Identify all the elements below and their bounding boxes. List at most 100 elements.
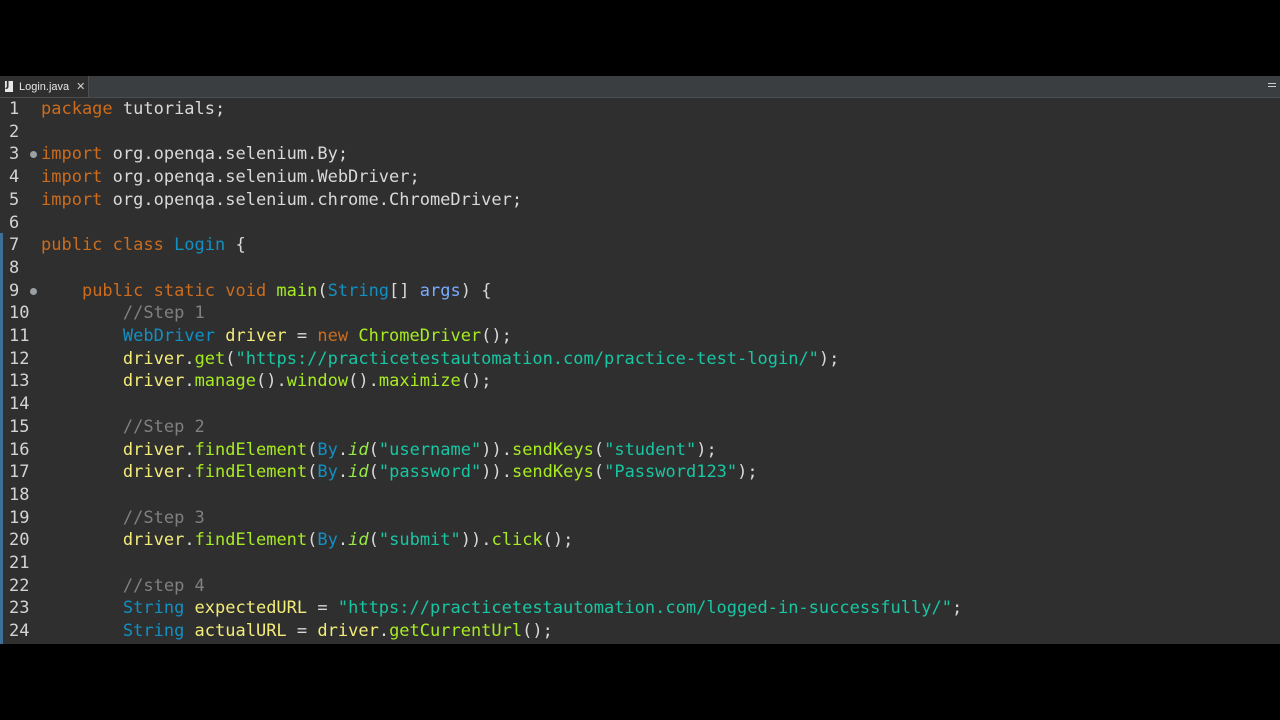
code-token: ();	[522, 621, 553, 642]
code-line[interactable]: 22 //step 4	[0, 575, 1280, 598]
code-token: get	[194, 348, 226, 369]
code-text: public class Login {	[41, 234, 246, 257]
code-token: ();	[481, 326, 512, 346]
code-token: .	[184, 439, 195, 460]
code-token: sendKeys	[511, 462, 594, 483]
code-token: "student"	[604, 439, 697, 460]
code-token: maximize	[378, 371, 461, 392]
code-line[interactable]: 19 //Step 3	[0, 507, 1280, 530]
line-number: 5	[9, 189, 20, 210]
code-line[interactable]: 13 driver.manage().window().maximize();	[0, 370, 1280, 393]
code-line[interactable]: 6	[0, 212, 1280, 235]
code-line[interactable]: 14	[0, 393, 1280, 416]
code-token: findElement	[194, 462, 308, 483]
code-line[interactable]: 24 String actualURL = driver.getCurrentU…	[0, 620, 1280, 643]
code-token: "password"	[378, 462, 482, 483]
code-token: driver	[122, 348, 185, 369]
code-token: ().	[348, 371, 379, 392]
code-token: Login	[174, 235, 226, 256]
minimize-icon[interactable]	[1268, 83, 1276, 87]
code-token: .	[337, 530, 349, 551]
code-line[interactable]: 16 driver.findElement(By.id("username"))…	[0, 439, 1280, 462]
code-line[interactable]: 7 public class Login {	[0, 234, 1280, 257]
code-token: ;	[951, 598, 963, 619]
code-token: (	[368, 530, 379, 551]
code-token: {	[225, 235, 246, 256]
code-token: tutorials;	[112, 99, 226, 119]
code-line[interactable]: 3 import org.openqa.selenium.By;	[0, 143, 1280, 166]
line-number: 17	[9, 462, 30, 483]
line-number: 23	[9, 598, 30, 619]
code-token: (	[593, 439, 605, 460]
java-file-icon	[5, 80, 13, 92]
code-token: (	[317, 280, 328, 301]
code-line[interactable]: 12 driver.get("https://practicetestautom…	[0, 348, 1280, 371]
code-token: "Password123"	[604, 462, 738, 483]
code-line[interactable]: 10 //Step 1	[0, 302, 1280, 325]
code-text: import org.openqa.selenium.chrome.Chrome…	[41, 189, 522, 212]
close-icon[interactable]: ✕	[76, 80, 85, 93]
code-text: public static void main(String[] args) {	[41, 280, 491, 303]
code-token: import	[41, 189, 103, 210]
tab-login-java[interactable]: Login.java ✕	[0, 76, 89, 97]
code-token: );	[696, 439, 717, 460]
code-line[interactable]: 8	[0, 257, 1280, 280]
code-text: String actualURL = driver.getCurrentUrl(…	[41, 620, 553, 643]
code-token: driver	[122, 462, 185, 483]
code-token: (	[225, 348, 236, 369]
fold-toggle-icon[interactable]	[30, 151, 37, 159]
code-line[interactable]: 1 package tutorials;	[0, 98, 1280, 121]
line-number: 7	[9, 235, 20, 256]
code-text: import org.openqa.selenium.WebDriver;	[41, 166, 420, 189]
code-token: By	[317, 462, 338, 483]
code-line[interactable]: 20 driver.findElement(By.id("submit")).c…	[0, 529, 1280, 552]
code-line[interactable]: 18	[0, 484, 1280, 507]
code-token: WebDriver	[122, 326, 226, 346]
code-line[interactable]: 21	[0, 552, 1280, 575]
line-number: 13	[9, 371, 30, 392]
code-token: );	[737, 462, 758, 483]
code-line[interactable]: 2	[0, 121, 1280, 144]
code-token: (	[307, 530, 318, 551]
code-token: //Step 1	[122, 303, 205, 324]
code-token: )).	[481, 462, 512, 483]
code-line[interactable]: 4 import org.openqa.selenium.WebDriver;	[0, 166, 1280, 189]
code-token: //step 4	[122, 575, 205, 596]
code-line[interactable]: 11 WebDriver driver = new ChromeDriver()…	[0, 325, 1280, 348]
code-line[interactable]: 5 import org.openqa.selenium.chrome.Chrom…	[0, 189, 1280, 212]
code-token: (	[593, 462, 605, 483]
line-number: 24	[9, 621, 30, 642]
code-token: )).	[481, 439, 512, 460]
code-token: findElement	[194, 439, 308, 460]
line-number: 2	[9, 121, 20, 142]
code-token: .	[184, 462, 195, 483]
code-token: String	[122, 598, 195, 619]
code-text: import org.openqa.selenium.By;	[41, 143, 348, 166]
code-token: public class	[41, 235, 175, 256]
code-area[interactable]: 1 package tutorials; 2 3 import org.openqa.s…	[0, 98, 1280, 644]
code-text: driver.get("https://practicetestautomati…	[41, 348, 840, 371]
code-text: package tutorials;	[41, 98, 225, 121]
line-number: 22	[9, 575, 30, 596]
code-line[interactable]: 23 String expectedURL = "https://practic…	[0, 597, 1280, 620]
code-token: ChromeDriver	[358, 326, 482, 346]
fold-toggle-icon[interactable]	[30, 287, 37, 295]
code-token: public static void	[81, 280, 277, 301]
code-token: import	[41, 144, 103, 165]
code-token: //Step 2	[122, 416, 205, 437]
code-token: driver	[122, 530, 185, 551]
code-line[interactable]: 15 //Step 2	[0, 416, 1280, 439]
code-line[interactable]: 9 public static void main(String[] args)…	[0, 280, 1280, 303]
code-line[interactable]: 17 driver.findElement(By.id("password"))…	[0, 461, 1280, 484]
code-token: []	[389, 280, 420, 301]
code-token: driver	[317, 621, 379, 642]
code-text: driver.findElement(By.id("password")).se…	[41, 461, 758, 484]
code-token: ) {	[460, 280, 492, 301]
